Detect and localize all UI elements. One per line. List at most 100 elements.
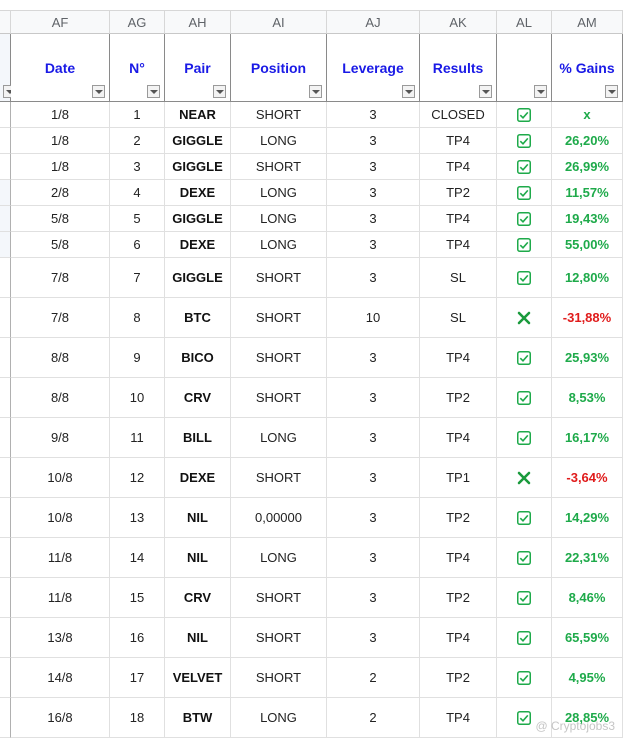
- cell-result[interactable]: TP2: [420, 658, 497, 698]
- filter-dropdown-icon[interactable]: [479, 85, 492, 98]
- filter-dropdown-icon[interactable]: [605, 85, 618, 98]
- cell-status[interactable]: [497, 458, 552, 498]
- checkbox-checked-icon[interactable]: [517, 270, 531, 285]
- cell-date[interactable]: 2/8: [11, 180, 110, 206]
- cell-status[interactable]: [497, 206, 552, 232]
- cell-gain[interactable]: 11,57%: [552, 180, 623, 206]
- cell-gain[interactable]: 65,59%: [552, 618, 623, 658]
- cell-date[interactable]: 7/8: [11, 298, 110, 338]
- cell-n[interactable]: 17: [110, 658, 165, 698]
- cell-n[interactable]: 14: [110, 538, 165, 578]
- cell-pair[interactable]: BICO: [165, 338, 231, 378]
- cell-n[interactable]: 10: [110, 378, 165, 418]
- column-header-ai[interactable]: AI: [231, 10, 327, 34]
- cell-date[interactable]: 8/8: [11, 378, 110, 418]
- cell-gain[interactable]: -31,88%: [552, 298, 623, 338]
- checkbox-checked-icon[interactable]: [517, 133, 531, 148]
- cell-leverage[interactable]: 3: [327, 538, 420, 578]
- cell-result[interactable]: SL: [420, 298, 497, 338]
- cell-leverage[interactable]: 3: [327, 618, 420, 658]
- cell-pair[interactable]: BILL: [165, 418, 231, 458]
- cell-n[interactable]: 18: [110, 698, 165, 738]
- cell-pair[interactable]: GIGGLE: [165, 206, 231, 232]
- cell-gain[interactable]: 19,43%: [552, 206, 623, 232]
- checkbox-checked-icon[interactable]: [517, 390, 531, 405]
- cell-gain[interactable]: 4,95%: [552, 658, 623, 698]
- cell-n[interactable]: 3: [110, 154, 165, 180]
- cell-pair[interactable]: BTC: [165, 298, 231, 338]
- cell-date[interactable]: 9/8: [11, 418, 110, 458]
- cell-position[interactable]: SHORT: [231, 154, 327, 180]
- cell-n[interactable]: 2: [110, 128, 165, 154]
- cell-n[interactable]: 13: [110, 498, 165, 538]
- cell-pair[interactable]: NEAR: [165, 102, 231, 128]
- column-header-ak[interactable]: AK: [420, 10, 497, 34]
- cell-status[interactable]: [497, 618, 552, 658]
- checkbox-checked-icon[interactable]: [517, 350, 531, 365]
- cell-leverage[interactable]: 3: [327, 418, 420, 458]
- cell-date[interactable]: 16/8: [11, 698, 110, 738]
- cell-leverage[interactable]: 3: [327, 458, 420, 498]
- cell-date[interactable]: 11/8: [11, 578, 110, 618]
- cell-leverage[interactable]: 3: [327, 578, 420, 618]
- cell-result[interactable]: TP4: [420, 128, 497, 154]
- cell-n[interactable]: 4: [110, 180, 165, 206]
- cell-result[interactable]: TP2: [420, 578, 497, 618]
- filter-dropdown-icon[interactable]: [213, 85, 226, 98]
- checkbox-checked-icon[interactable]: [517, 670, 531, 685]
- cell-leverage[interactable]: 3: [327, 338, 420, 378]
- column-header-af[interactable]: AF: [11, 10, 110, 34]
- cell-pair[interactable]: GIGGLE: [165, 154, 231, 180]
- filter-dropdown-icon[interactable]: [402, 85, 415, 98]
- cell-n[interactable]: 15: [110, 578, 165, 618]
- filter-dropdown-icon[interactable]: [309, 85, 322, 98]
- cell-pair[interactable]: VELVET: [165, 658, 231, 698]
- cell-pair[interactable]: NIL: [165, 618, 231, 658]
- column-header-ag[interactable]: AG: [110, 10, 165, 34]
- cell-leverage[interactable]: 3: [327, 498, 420, 538]
- cell-status[interactable]: [497, 418, 552, 458]
- cell-date[interactable]: 10/8: [11, 498, 110, 538]
- cell-n[interactable]: 11: [110, 418, 165, 458]
- cell-status[interactable]: [497, 338, 552, 378]
- cell-result[interactable]: TP4: [420, 538, 497, 578]
- checkbox-checked-icon[interactable]: [517, 159, 531, 174]
- cell-gain[interactable]: 26,99%: [552, 154, 623, 180]
- cell-gain[interactable]: 55,00%: [552, 232, 623, 258]
- cell-n[interactable]: 5: [110, 206, 165, 232]
- cell-gain[interactable]: 8,46%: [552, 578, 623, 618]
- cell-date[interactable]: 1/8: [11, 154, 110, 180]
- checkbox-checked-icon[interactable]: [517, 630, 531, 645]
- checkbox-checked-icon[interactable]: [517, 185, 531, 200]
- cell-gain[interactable]: 16,17%: [552, 418, 623, 458]
- cell-leverage[interactable]: 3: [327, 232, 420, 258]
- cell-position[interactable]: SHORT: [231, 258, 327, 298]
- cell-leverage[interactable]: 2: [327, 698, 420, 738]
- cell-position[interactable]: LONG: [231, 232, 327, 258]
- column-header-ah[interactable]: AH: [165, 10, 231, 34]
- cell-status[interactable]: [497, 180, 552, 206]
- checkbox-checked-icon[interactable]: [517, 510, 531, 525]
- cell-gain[interactable]: 26,20%: [552, 128, 623, 154]
- cell-position[interactable]: LONG: [231, 698, 327, 738]
- filter-dropdown-icon[interactable]: [147, 85, 160, 98]
- cell-position[interactable]: LONG: [231, 180, 327, 206]
- cell-leverage[interactable]: 3: [327, 154, 420, 180]
- cell-leverage[interactable]: 3: [327, 102, 420, 128]
- cell-status[interactable]: [497, 658, 552, 698]
- cell-status[interactable]: [497, 298, 552, 338]
- cell-status[interactable]: [497, 498, 552, 538]
- cell-date[interactable]: 10/8: [11, 458, 110, 498]
- checkbox-checked-icon[interactable]: [517, 710, 531, 725]
- checkbox-checked-icon[interactable]: [517, 237, 531, 252]
- cell-date[interactable]: 7/8: [11, 258, 110, 298]
- cell-gain[interactable]: -3,64%: [552, 458, 623, 498]
- cell-result[interactable]: TP2: [420, 498, 497, 538]
- cell-gain[interactable]: x: [552, 102, 623, 128]
- cell-leverage[interactable]: 3: [327, 206, 420, 232]
- checkbox-checked-icon[interactable]: [517, 211, 531, 226]
- cell-status[interactable]: [497, 258, 552, 298]
- cell-leverage[interactable]: 10: [327, 298, 420, 338]
- cell-position[interactable]: SHORT: [231, 298, 327, 338]
- cell-n[interactable]: 16: [110, 618, 165, 658]
